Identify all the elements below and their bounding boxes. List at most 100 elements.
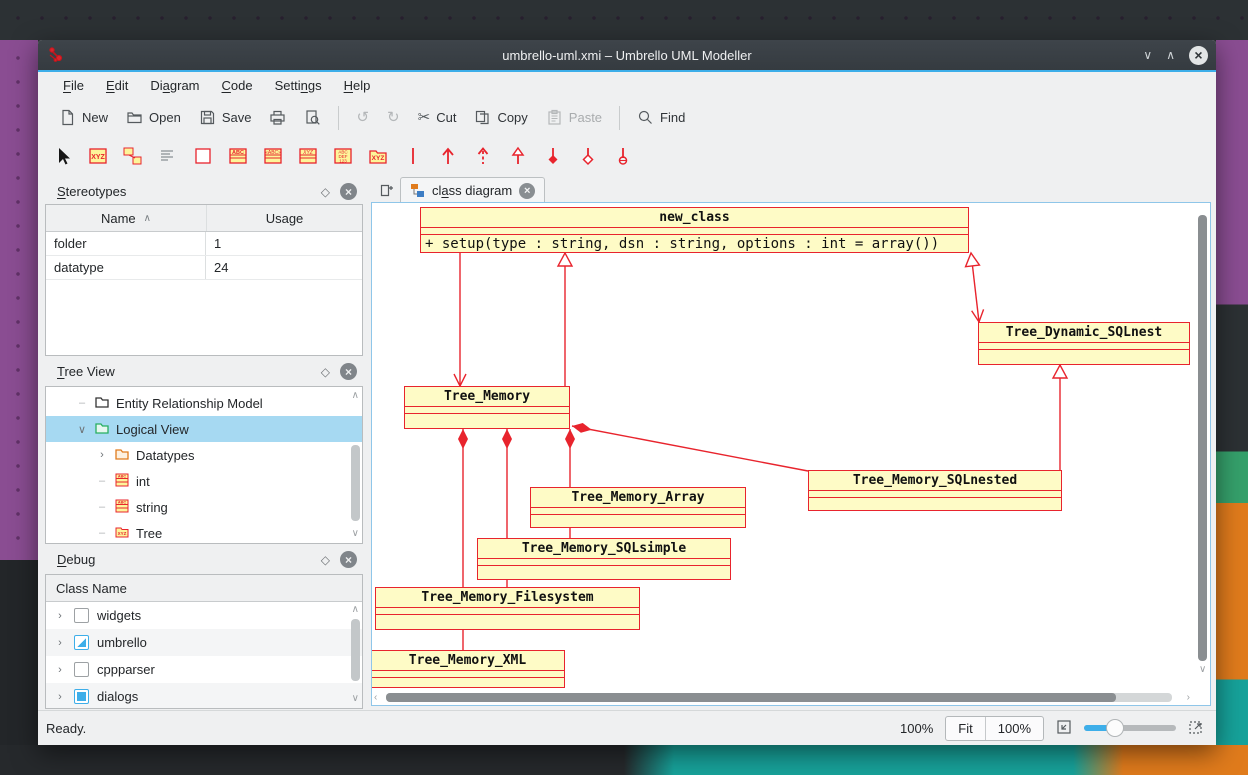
tool-generalization[interactable] bbox=[505, 144, 531, 168]
scroll-right-icon[interactable]: › bbox=[1187, 693, 1190, 703]
debug-item-umbrello[interactable]: ›umbrello bbox=[46, 629, 362, 656]
expander-closed-icon[interactable]: › bbox=[54, 610, 66, 622]
print-button[interactable] bbox=[260, 103, 295, 132]
tree-item-entity-relationship-model[interactable]: –Entity Relationship Model bbox=[46, 390, 362, 416]
checkbox-unchecked[interactable] bbox=[74, 608, 89, 623]
tree-tick[interactable]: – bbox=[96, 475, 108, 487]
close-icon[interactable]: × bbox=[340, 363, 357, 380]
tool-association[interactable] bbox=[400, 144, 426, 168]
float-icon[interactable]: ◇ bbox=[321, 185, 330, 199]
uml-class-tree_memory_sqlsimple[interactable]: Tree_Memory_SQLsimple bbox=[477, 538, 731, 580]
tool-datatype[interactable]: XYZ bbox=[295, 144, 321, 168]
tool-class[interactable]: ABC bbox=[225, 144, 251, 168]
tree-tick[interactable]: – bbox=[76, 397, 88, 409]
menu-edit[interactable]: Edit bbox=[97, 75, 137, 96]
expander-open-icon[interactable]: ∨ bbox=[76, 423, 88, 436]
treeview-scrollbar[interactable] bbox=[351, 445, 360, 521]
tool-anchor[interactable] bbox=[120, 144, 146, 168]
find-button[interactable]: Find bbox=[628, 103, 694, 132]
uml-class-new_class[interactable]: new_class+ setup(type : string, dsn : st… bbox=[420, 207, 969, 253]
hscroll-thumb[interactable] bbox=[386, 693, 1116, 702]
tab-close-icon[interactable]: × bbox=[519, 183, 535, 199]
menu-file[interactable]: File bbox=[54, 75, 93, 96]
menu-settings[interactable]: Settings bbox=[266, 75, 331, 96]
menu-code[interactable]: Code bbox=[213, 75, 262, 96]
uml-class-tree_memory[interactable]: Tree_Memory bbox=[404, 386, 570, 429]
vscroll-thumb[interactable] bbox=[1198, 215, 1207, 661]
tool-select[interactable] bbox=[50, 144, 76, 168]
maximize-button[interactable]: ∧ bbox=[1166, 49, 1175, 61]
new-tab-button[interactable] bbox=[375, 179, 399, 201]
canvas-vscrollbar[interactable]: ∨ bbox=[1197, 205, 1208, 683]
diagram-canvas[interactable]: new_class+ setup(type : string, dsn : st… bbox=[371, 202, 1211, 706]
menu-diagram[interactable]: Diagram bbox=[141, 75, 208, 96]
tool-composition[interactable] bbox=[540, 144, 566, 168]
scroll-left-icon[interactable]: ‹ bbox=[374, 693, 377, 703]
checkbox-unchecked[interactable] bbox=[74, 662, 89, 677]
tool-text[interactable] bbox=[155, 144, 181, 168]
reset-zoom-icon[interactable] bbox=[1056, 719, 1072, 738]
tree-item-datatypes[interactable]: ›Datatypes bbox=[46, 442, 362, 468]
copy-button[interactable]: Copy bbox=[465, 103, 536, 132]
scroll-up-icon[interactable]: ∧ bbox=[352, 391, 359, 401]
print-preview-button[interactable] bbox=[295, 103, 330, 132]
zoom-slider[interactable] bbox=[1084, 718, 1176, 738]
scroll-down-icon[interactable]: ∨ bbox=[352, 529, 359, 539]
tree-item-string[interactable]: –ABCstring bbox=[46, 494, 362, 520]
tool-box[interactable] bbox=[190, 144, 216, 168]
tree-item-tree[interactable]: –XYZTree bbox=[46, 520, 362, 544]
zoom-100-button[interactable]: 100% bbox=[986, 717, 1043, 740]
close-icon[interactable]: × bbox=[340, 183, 357, 200]
expander-closed-icon[interactable]: › bbox=[54, 691, 66, 703]
debug-scrollbar[interactable] bbox=[351, 619, 360, 681]
column-header-name[interactable]: Name∧ bbox=[46, 205, 207, 231]
tree-item-logical-view[interactable]: ∨Logical View bbox=[46, 416, 362, 442]
tool-uni-association[interactable] bbox=[435, 144, 461, 168]
debug-item-dialogs[interactable]: ›dialogs bbox=[46, 683, 362, 709]
debug-item-widgets[interactable]: ›widgets bbox=[46, 602, 362, 629]
uml-class-tree_memory_sqlnested[interactable]: Tree_Memory_SQLnested bbox=[808, 470, 1062, 511]
uml-class-tree_memory_array[interactable]: Tree_Memory_Array bbox=[530, 487, 746, 528]
debug-item-cppparser[interactable]: ›cppparser bbox=[46, 656, 362, 683]
tool-object[interactable]: XYZ bbox=[85, 144, 111, 168]
tree-tick[interactable]: – bbox=[96, 501, 108, 513]
expander-closed-icon[interactable]: › bbox=[96, 449, 108, 461]
tool-containment[interactable] bbox=[610, 144, 636, 168]
float-icon[interactable]: ◇ bbox=[321, 365, 330, 379]
tool-enum[interactable]: ABCDEF123 bbox=[330, 144, 356, 168]
tab-class-diagram[interactable]: class diagram × bbox=[400, 177, 545, 203]
menu-help[interactable]: Help bbox=[335, 75, 380, 96]
cut-button[interactable]: ✂Cut bbox=[409, 104, 466, 131]
fullscreen-icon[interactable] bbox=[1188, 719, 1204, 738]
tool-interface[interactable]: «ABC» bbox=[260, 144, 286, 168]
expander-closed-icon[interactable]: › bbox=[54, 664, 66, 676]
titlebar[interactable]: umbrello-uml.xmi – Umbrello UML Modeller… bbox=[38, 40, 1216, 72]
tool-aggregation[interactable] bbox=[575, 144, 601, 168]
tool-dependency[interactable] bbox=[470, 144, 496, 168]
expander-closed-icon[interactable]: › bbox=[54, 637, 66, 649]
canvas-hscrollbar[interactable]: ‹ › bbox=[374, 692, 1190, 703]
uml-class-tree_memory_xml[interactable]: Tree_Memory_XML bbox=[371, 650, 565, 688]
checkbox-partial[interactable] bbox=[74, 635, 89, 650]
uml-class-tree_memory_filesystem[interactable]: Tree_Memory_Filesystem bbox=[375, 587, 640, 630]
save-button[interactable]: Save bbox=[190, 103, 261, 132]
fit-button[interactable]: Fit bbox=[946, 717, 985, 740]
scroll-down-icon[interactable]: ∨ bbox=[352, 694, 359, 704]
tree-tick[interactable]: – bbox=[96, 527, 108, 539]
scroll-up-icon[interactable]: ∧ bbox=[352, 605, 359, 615]
column-header-usage[interactable]: Usage bbox=[207, 205, 362, 231]
slider-handle[interactable] bbox=[1106, 719, 1124, 737]
minimize-button[interactable]: ∨ bbox=[1143, 49, 1152, 61]
checkbox-checked[interactable] bbox=[74, 689, 89, 704]
stereotypes-table-header[interactable]: Name∧Usage bbox=[46, 205, 362, 232]
table-row[interactable]: datatype24 bbox=[46, 256, 362, 280]
open-button[interactable]: Open bbox=[117, 103, 190, 132]
table-row[interactable]: folder1 bbox=[46, 232, 362, 256]
close-button[interactable]: × bbox=[1189, 46, 1208, 65]
tree-item-int[interactable]: –ABCint bbox=[46, 468, 362, 494]
close-icon[interactable]: × bbox=[340, 551, 357, 568]
scroll-down-icon[interactable]: ∨ bbox=[1199, 665, 1206, 675]
uml-class-tree_dynamic_sqlnest[interactable]: Tree_Dynamic_SQLnest bbox=[978, 322, 1190, 365]
new-button[interactable]: New bbox=[50, 103, 117, 132]
tool-package[interactable]: XYZ bbox=[365, 144, 391, 168]
